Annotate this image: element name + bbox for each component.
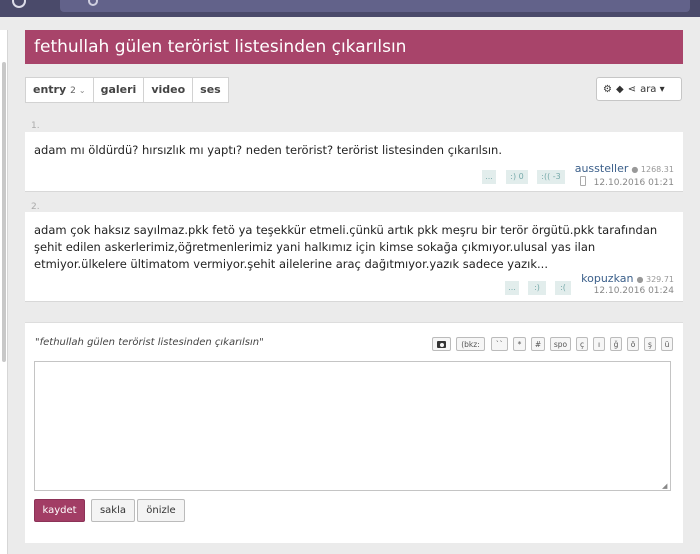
tag-icon[interactable]: ◆	[616, 84, 624, 95]
format-asterisk-button[interactable]: *	[513, 337, 526, 351]
search-dropdown-label: ara	[640, 83, 657, 95]
entry-author[interactable]: kopuzkan ● 329.71	[581, 272, 674, 285]
upvote-button[interactable]: :)	[528, 281, 546, 295]
topic-tabs: entry 2 ⌄ galeri video ses	[25, 77, 229, 103]
tab-audio[interactable]: ses	[193, 78, 228, 102]
topic-tools: ⚙ ◆ ⋖ ara ▾	[596, 77, 682, 101]
downvote-button[interactable]: :(	[555, 281, 571, 295]
entry-date[interactable]: 12.10.2016 01:24	[594, 286, 674, 296]
char-g-button[interactable]: ğ	[610, 337, 622, 351]
search-icon	[88, 0, 98, 6]
sidebar-scrollbar[interactable]	[2, 62, 6, 362]
format-spoiler-button[interactable]: spo	[550, 337, 571, 351]
format-hash-button[interactable]: #	[531, 337, 545, 351]
mobile-icon	[579, 176, 586, 186]
hide-button[interactable]: sakla	[91, 499, 135, 522]
format-backtick-button[interactable]: ``	[491, 337, 508, 351]
topic-title[interactable]: fethullah gülen terörist listesinden çık…	[25, 30, 683, 64]
char-c-button[interactable]: ç	[576, 337, 588, 351]
tab-video[interactable]: video	[144, 78, 194, 102]
entry-item: adam mı öldürdü? hırsızlık mı yaptı? ned…	[25, 132, 683, 192]
tab-gallery[interactable]: galeri	[94, 78, 145, 102]
entry-item: adam çok haksız sayılmaz.pkk fetö ya teş…	[25, 212, 683, 302]
entry-more-button[interactable]: ...	[482, 170, 496, 184]
author-name[interactable]: aussteller	[575, 162, 629, 175]
entry-editor: "fethullah gülen terörist listesinden çı…	[25, 322, 683, 543]
left-sidebar	[0, 30, 8, 554]
entry-content: adam çok haksız sayılmaz.pkk fetö ya teş…	[34, 223, 658, 271]
upvote-button[interactable]: :) 0	[506, 170, 528, 184]
save-button[interactable]: kaydet	[34, 499, 85, 522]
globe-icon[interactable]	[12, 0, 26, 8]
chevron-down-icon: ⌄	[78, 86, 86, 95]
preview-button[interactable]: önizle	[137, 499, 185, 522]
search-bar[interactable]	[60, 0, 690, 12]
tab-entry[interactable]: entry 2 ⌄	[26, 78, 94, 102]
entry-author[interactable]: aussteller ● 1268.31	[575, 162, 674, 175]
caret-down-icon: ▾	[656, 83, 665, 95]
author-karma: ● 329.71	[636, 275, 674, 284]
tab-entry-count: 2	[70, 86, 76, 96]
author-karma: ● 1268.31	[631, 165, 674, 174]
resize-handle[interactable]: ◢	[662, 482, 667, 490]
editor-quote: "fethullah gülen terörist listesinden çı…	[35, 337, 264, 348]
author-name[interactable]: kopuzkan	[581, 272, 633, 285]
entry-date[interactable]: 12.10.2016 01:21	[579, 176, 674, 188]
entry-more-button[interactable]: ...	[505, 281, 519, 295]
image-upload-button[interactable]	[432, 337, 451, 351]
format-bkz-button[interactable]: (bkz:	[456, 337, 485, 351]
char-o-button[interactable]: ö	[627, 337, 639, 351]
char-i-button[interactable]: ı	[593, 337, 605, 351]
entry-number: 1.	[31, 121, 40, 131]
search-dropdown[interactable]: ara ▾	[640, 84, 665, 95]
entry-content: adam mı öldürdü? hırsızlık mı yaptı? ned…	[34, 143, 502, 157]
settings-icon[interactable]: ⚙	[603, 84, 612, 95]
downvote-button[interactable]: :(( -3	[537, 170, 565, 184]
char-s-button[interactable]: ş	[644, 337, 656, 351]
entry-number: 2.	[31, 202, 40, 212]
tab-entry-label: entry	[33, 83, 67, 96]
share-icon[interactable]: ⋖	[628, 84, 636, 95]
top-bar	[0, 0, 700, 17]
char-u-button[interactable]: ü	[661, 337, 673, 351]
entry-textarea[interactable]	[34, 361, 671, 491]
camera-icon	[437, 341, 446, 348]
